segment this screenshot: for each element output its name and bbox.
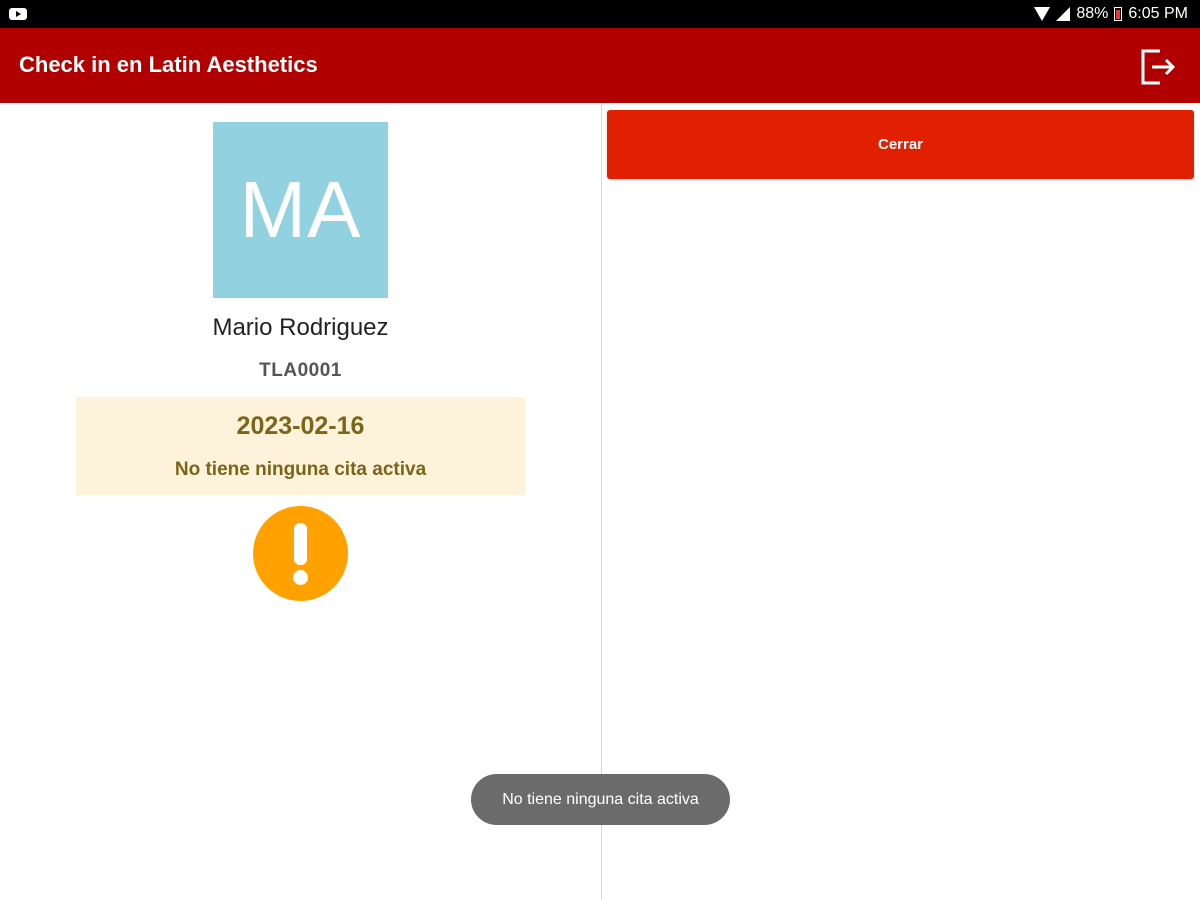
exclamation-bar bbox=[294, 523, 307, 565]
page-title: Check in en Latin Aesthetics bbox=[19, 52, 318, 77]
youtube-icon bbox=[9, 8, 27, 20]
avatar-initials: MA bbox=[239, 165, 362, 254]
signal-icon bbox=[1056, 7, 1071, 21]
toast-message: No tiene ninguna cita activa bbox=[471, 774, 730, 825]
avatar: MA bbox=[213, 122, 388, 298]
patient-id: TLA0001 bbox=[259, 360, 342, 381]
status-bar-right: 88% 6:05 PM bbox=[1034, 0, 1188, 28]
appointment-date: 2023-02-16 bbox=[236, 412, 365, 440]
patient-name: Mario Rodriguez bbox=[212, 314, 389, 341]
status-bar: 88% 6:05 PM bbox=[0, 0, 1200, 28]
wifi-icon bbox=[1034, 7, 1051, 21]
status-time: 6:05 PM bbox=[1128, 5, 1188, 22]
close-button[interactable]: Cerrar bbox=[607, 110, 1194, 179]
appointment-message: No tiene ninguna cita activa bbox=[174, 459, 427, 480]
logout-icon[interactable] bbox=[1138, 48, 1178, 86]
appointment-info-box: 2023-02-16 No tiene ninguna cita activa bbox=[76, 397, 525, 495]
warning-exclamation-icon bbox=[253, 506, 348, 601]
battery-icon bbox=[1114, 7, 1123, 21]
battery-level: 88% bbox=[1076, 5, 1109, 22]
app-bar: Check in en Latin Aesthetics bbox=[0, 28, 1200, 103]
exclamation-dot bbox=[293, 570, 308, 585]
